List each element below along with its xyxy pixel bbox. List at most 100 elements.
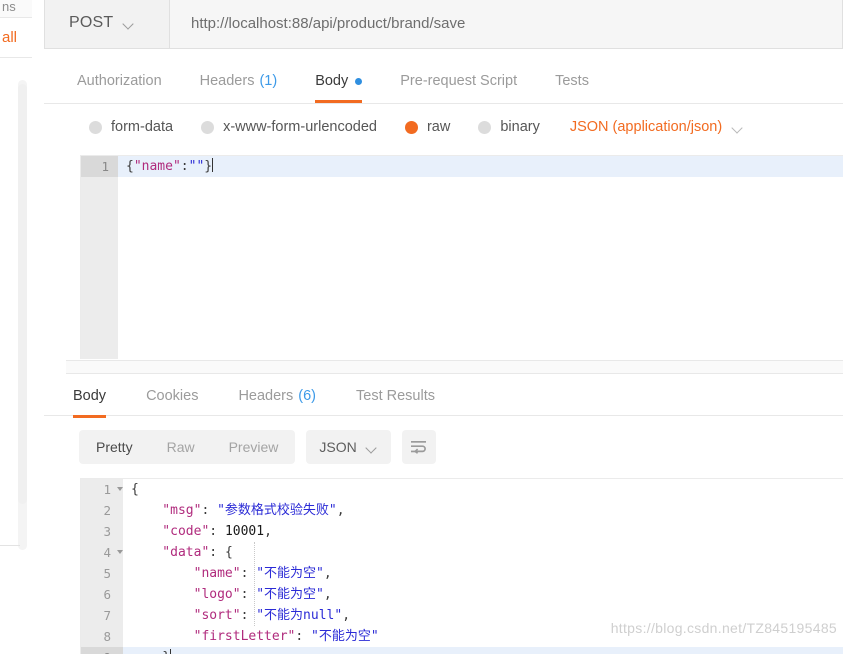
code-token: { (126, 159, 134, 174)
postman-window: ns all POST http://localhost:88/api/prod… (0, 0, 843, 654)
unsaved-dot-icon (355, 78, 362, 85)
url-bar: POST http://localhost:88/api/product/bra… (44, 0, 843, 49)
code-token: : (181, 159, 189, 174)
code-token: { (225, 545, 233, 560)
response-toolbar: Pretty Raw Preview JSON (44, 421, 843, 473)
code-token: : (295, 629, 311, 644)
content-type-selector[interactable]: JSON (application/json) (570, 119, 744, 135)
http-method-selector[interactable]: POST (45, 0, 170, 48)
view-mode-label: Pretty (96, 439, 133, 455)
radio-label: raw (427, 119, 450, 135)
content-type-label: JSON (application/json) (570, 119, 722, 135)
code-token: "data" (131, 545, 209, 560)
body-type-radio-binary[interactable]: binary (478, 119, 540, 135)
tab-label: Test Results (356, 388, 435, 404)
request-tab-headers[interactable]: Headers(1) (200, 59, 278, 103)
response-body-editor[interactable]: 12345678910 { "msg": "参数格式校验失败", "code":… (80, 478, 843, 654)
code-token: "不能为空" (256, 587, 324, 602)
code-token: } (204, 159, 212, 174)
response-tab-test-results[interactable]: Test Results (356, 374, 435, 418)
view-mode-preview[interactable]: Preview (212, 430, 296, 464)
code-line: "name": "不能为空", (123, 563, 843, 584)
response-format-selector[interactable]: JSON (306, 430, 390, 464)
code-token: "sort" (131, 608, 241, 623)
code-token: "不能为null" (256, 608, 342, 623)
code-token: } (131, 650, 170, 654)
view-mode-label: Preview (229, 439, 279, 455)
code-token: , (337, 503, 345, 518)
code-token: "name" (134, 159, 181, 174)
code-line: "firstLetter": "不能为空" (123, 626, 843, 647)
line-number: 3 (81, 521, 123, 542)
body-type-radio-x-www-form-urlencoded[interactable]: x-www-form-urlencoded (201, 119, 377, 135)
line-number: 6 (81, 584, 123, 605)
sidebar-divider (0, 545, 20, 546)
request-tab-pre-request-script[interactable]: Pre-request Script (400, 59, 517, 103)
view-mode-pretty[interactable]: Pretty (79, 430, 150, 464)
response-view-mode-group: Pretty Raw Preview (79, 430, 295, 464)
sidebar-fragment-label-all[interactable]: all (0, 18, 32, 58)
tab-label: Body (73, 388, 106, 404)
tab-count-badge: (6) (298, 388, 316, 404)
view-mode-label: Raw (167, 439, 195, 455)
word-wrap-icon (410, 440, 428, 454)
radio-icon (405, 121, 418, 134)
active-tab-underline (315, 100, 362, 103)
response-tab-body[interactable]: Body (73, 374, 106, 418)
radio-label: form-data (111, 119, 173, 135)
sidebar-fragment: ns all (0, 0, 32, 654)
request-tab-tests[interactable]: Tests (555, 59, 589, 103)
chevron-down-icon (733, 124, 744, 131)
response-editor-gutter: 12345678910 (81, 479, 123, 654)
code-line: {"name":""} (118, 156, 843, 177)
radio-icon (89, 121, 102, 134)
indent-guide (254, 542, 255, 626)
radio-label: binary (500, 119, 540, 135)
request-editor-gutter: 1 (81, 156, 118, 359)
text-caret (212, 158, 213, 172)
response-format-label: JSON (319, 439, 356, 455)
code-token: , (264, 524, 272, 539)
tab-label: Pre-request Script (400, 73, 517, 89)
code-token: "logo" (131, 587, 241, 602)
body-type-radio-form-data[interactable]: form-data (89, 119, 173, 135)
request-body-editor[interactable]: 1 {"name":""} (80, 155, 843, 359)
request-tab-authorization[interactable]: Authorization (77, 59, 162, 103)
code-token: "msg" (131, 503, 201, 518)
body-type-radio-raw[interactable]: raw (405, 119, 450, 135)
view-mode-raw[interactable]: Raw (150, 430, 212, 464)
main-panel: POST http://localhost:88/api/product/bra… (33, 0, 843, 654)
code-token: "不能为空" (311, 629, 379, 644)
code-token: , (324, 566, 332, 581)
code-line: } (123, 647, 843, 654)
code-token: , (324, 587, 332, 602)
response-editor-code[interactable]: { "msg": "参数格式校验失败", "code": 10001, "dat… (123, 479, 843, 654)
radio-icon (201, 121, 214, 134)
tab-count-badge: (1) (259, 73, 277, 89)
response-tab-cookies[interactable]: Cookies (146, 374, 198, 418)
line-number: 4 (81, 542, 123, 563)
code-token: "code" (131, 524, 209, 539)
panel-divider[interactable] (66, 360, 843, 374)
code-token: 10001 (225, 524, 264, 539)
sidebar-blank-area (0, 58, 32, 654)
tab-label: Body (315, 73, 348, 89)
sidebar-scrollbar-thumb[interactable] (18, 84, 27, 504)
response-tab-headers[interactable]: Headers(6) (238, 374, 316, 418)
code-token: , (342, 608, 350, 623)
code-token: : (201, 503, 217, 518)
url-text: http://localhost:88/api/product/brand/sa… (191, 15, 465, 32)
request-editor-code[interactable]: {"name":""} (118, 156, 843, 359)
tab-label: Cookies (146, 388, 198, 404)
request-tabs: Authorization Headers(1) Body Pre-request S… (44, 59, 843, 104)
url-input[interactable]: http://localhost:88/api/product/brand/sa… (170, 0, 842, 48)
code-token: "" (189, 159, 205, 174)
code-token: : (209, 545, 225, 560)
line-number: 5 (81, 563, 123, 584)
request-tab-body[interactable]: Body (315, 59, 362, 103)
code-token: "firstLetter" (131, 629, 295, 644)
word-wrap-toggle[interactable] (402, 430, 436, 464)
line-number: 1 (81, 479, 123, 500)
code-line: "code": 10001, (123, 521, 843, 542)
chevron-down-icon (124, 20, 135, 27)
